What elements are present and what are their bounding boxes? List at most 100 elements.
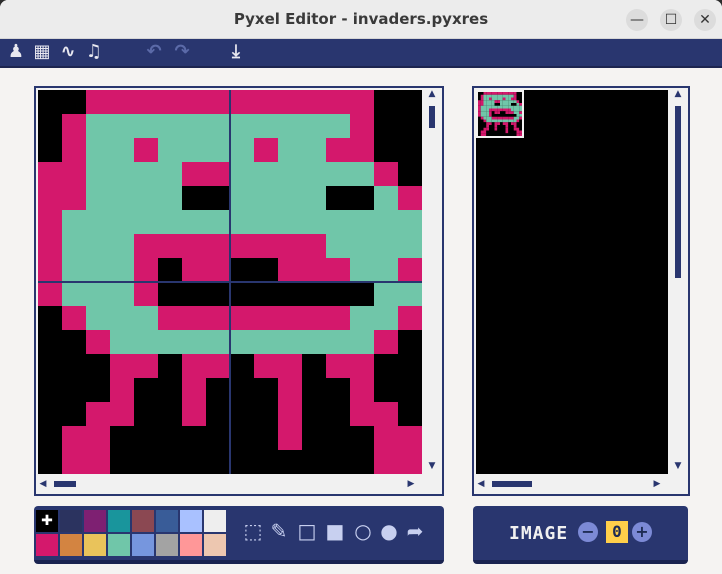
- palette-swatch[interactable]: [60, 510, 82, 532]
- pixel: [513, 133, 517, 136]
- music-editor-icon[interactable]: ♫: [84, 42, 104, 62]
- pixel: [350, 354, 374, 378]
- palette-swatch[interactable]: [108, 534, 130, 556]
- pixel: [110, 306, 134, 330]
- scroll-down-arrow-icon[interactable]: ▼: [425, 460, 439, 472]
- close-button[interactable]: ✕: [694, 9, 716, 31]
- image-decrement-button[interactable]: −: [578, 522, 598, 542]
- bank-scroll-down-arrow-icon[interactable]: ▼: [671, 460, 685, 472]
- pixel: [62, 138, 86, 162]
- pixel: [62, 330, 86, 354]
- palette-swatch[interactable]: ✚: [36, 510, 58, 532]
- palette-swatch[interactable]: [84, 534, 106, 556]
- bank-hscroll[interactable]: ◀ ▶: [474, 476, 666, 492]
- palette-swatch[interactable]: [60, 534, 82, 556]
- scroll-left-arrow-icon[interactable]: ◀: [36, 478, 50, 490]
- pencil-tool-icon[interactable]: ✎: [268, 520, 290, 542]
- pixel: [486, 100, 489, 103]
- palette-swatch[interactable]: [132, 534, 154, 556]
- pixel: [302, 114, 326, 138]
- bank-scroll-left-arrow-icon[interactable]: ◀: [474, 478, 488, 490]
- canvas-hscroll[interactable]: ◀ ▶: [36, 476, 420, 492]
- pixel: [326, 162, 350, 186]
- pixel: [511, 125, 514, 128]
- palette-swatch[interactable]: [204, 534, 226, 556]
- pixel: [254, 186, 278, 210]
- pixel: [500, 119, 503, 123]
- maximize-button[interactable]: ☐: [660, 9, 682, 31]
- pixel: [486, 92, 489, 95]
- pixel: [478, 119, 481, 123]
- palette-swatch[interactable]: [180, 534, 202, 556]
- undo-icon[interactable]: ↶: [144, 42, 164, 62]
- pixel: [489, 103, 492, 106]
- select-tool-icon[interactable]: ⬚: [242, 520, 264, 542]
- palette-swatch[interactable]: [84, 510, 106, 532]
- pixel: [480, 119, 484, 123]
- bank-vscroll[interactable]: ▲ ▼: [670, 88, 686, 472]
- rect-fill-tool-icon[interactable]: ■: [324, 520, 346, 542]
- canvas-vscroll[interactable]: ▲ ▼: [424, 88, 440, 472]
- pixel: [494, 111, 498, 114]
- pixel: [134, 210, 158, 234]
- pixel: [513, 114, 517, 117]
- minimize-button[interactable]: —: [626, 9, 648, 31]
- hscroll-thumb[interactable]: [54, 481, 76, 487]
- sound-editor-icon[interactable]: ∿: [58, 42, 78, 62]
- pixel: [505, 116, 509, 120]
- bank-scroll-right-arrow-icon[interactable]: ▶: [650, 478, 664, 490]
- pixel: [502, 94, 506, 98]
- pixel: [326, 402, 350, 426]
- pixel: [497, 111, 500, 114]
- palette-swatch[interactable]: [132, 510, 154, 532]
- bank-vscroll-thumb[interactable]: [675, 106, 681, 278]
- rect-outline-tool-icon[interactable]: □: [296, 520, 318, 542]
- circle-fill-tool-icon[interactable]: ●: [378, 520, 400, 542]
- pixel: [519, 103, 522, 106]
- bank-scroll-up-arrow-icon[interactable]: ▲: [671, 88, 685, 100]
- scroll-up-arrow-icon[interactable]: ▲: [425, 88, 439, 100]
- sprite-canvas[interactable]: [38, 90, 422, 474]
- pixel: [278, 162, 302, 186]
- pixel: [500, 111, 503, 114]
- selected-color-marker-icon: ✚: [41, 513, 53, 529]
- pixel: [62, 186, 86, 210]
- pixel: [513, 125, 517, 128]
- save-icon[interactable]: ⤓: [226, 42, 246, 62]
- pixel: [513, 127, 517, 131]
- palette-swatch[interactable]: [204, 510, 226, 532]
- pixel: [38, 330, 62, 354]
- pixel: [480, 127, 484, 131]
- pixel: [206, 402, 230, 426]
- image-bank-view[interactable]: [476, 90, 668, 474]
- pixel: [483, 111, 487, 114]
- palette-swatch[interactable]: [156, 510, 178, 532]
- pixel: [502, 100, 506, 103]
- pixel: [350, 330, 374, 354]
- palette-swatch[interactable]: [108, 510, 130, 532]
- palette-swatch[interactable]: [36, 534, 58, 556]
- pixel: [206, 282, 230, 306]
- pixel: [278, 378, 302, 402]
- pixel: [302, 426, 326, 450]
- circle-outline-tool-icon[interactable]: ○: [352, 520, 374, 542]
- palette-swatch[interactable]: [156, 534, 178, 556]
- scroll-right-arrow-icon[interactable]: ▶: [404, 478, 418, 490]
- pixel: [519, 97, 522, 101]
- vscroll-thumb[interactable]: [429, 106, 435, 128]
- redo-icon[interactable]: ↷: [172, 42, 192, 62]
- pixel: [494, 92, 498, 95]
- sprite-editor-icon[interactable]: ♟: [6, 42, 26, 62]
- tilemap-editor-icon[interactable]: ▦: [32, 42, 52, 62]
- pixel: [478, 111, 481, 114]
- sprite-thumbnail[interactable]: [476, 90, 524, 138]
- pixel: [38, 162, 62, 186]
- pixel: [86, 450, 110, 474]
- pixel: [483, 119, 487, 123]
- palette-swatch[interactable]: [180, 510, 202, 532]
- bank-hscroll-thumb[interactable]: [492, 481, 532, 487]
- pixel: [508, 105, 511, 109]
- pixel: [502, 119, 506, 123]
- fill-bucket-tool-icon[interactable]: ➦: [404, 520, 426, 542]
- image-increment-button[interactable]: +: [632, 522, 652, 542]
